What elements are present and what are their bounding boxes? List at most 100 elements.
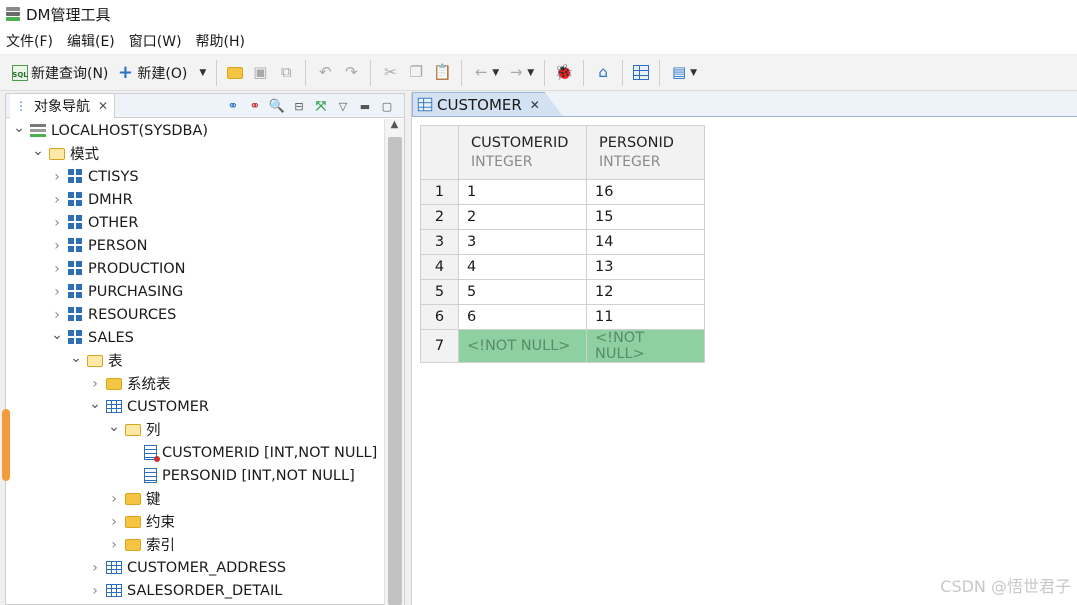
table-row[interactable]: 4 4 13 [420, 254, 705, 280]
chevron-right-icon[interactable]: › [107, 514, 121, 530]
save-all-button[interactable]: ⧉ [273, 59, 299, 87]
cut-button[interactable]: ✂ [377, 59, 403, 87]
tree-item[interactable]: › PERSON [50, 234, 147, 257]
tree-item[interactable]: › CUSTOMER_ADDRESS [88, 556, 286, 579]
chevron-right-icon[interactable]: › [50, 238, 64, 254]
tree-item[interactable]: › 系统表 [88, 372, 170, 395]
minimize-icon[interactable]: ▬ [354, 96, 376, 116]
chevron-down-icon[interactable]: ⌄ [107, 419, 121, 435]
tree-item[interactable]: ⌄ 模式 [31, 142, 99, 165]
chevron-down-icon[interactable]: ⌄ [12, 120, 26, 136]
new-button[interactable]: + 新建(O) ▼ [112, 59, 210, 87]
chevron-right-icon[interactable]: › [50, 284, 64, 300]
tree-item[interactable]: › SALESORDER_DETAIL [88, 579, 282, 602]
scroll-up-icon[interactable]: ▲ [385, 119, 404, 133]
maximize-icon[interactable]: ▢ [376, 96, 398, 116]
debug-button[interactable]: 🐞 [551, 59, 577, 87]
forward-button[interactable]: → ▼ [503, 59, 538, 87]
side-handle[interactable] [2, 409, 10, 481]
row-number[interactable]: 4 [420, 254, 459, 280]
redo-button[interactable]: ↷ [338, 59, 364, 87]
table-cell[interactable]: 2 [458, 204, 587, 230]
column-header[interactable]: CUSTOMERID INTEGER [458, 125, 587, 180]
row-number[interactable]: 7 [420, 329, 459, 363]
row-number[interactable]: 6 [420, 304, 459, 330]
chevron-right-icon[interactable]: › [107, 537, 121, 553]
chevron-right-icon[interactable]: › [50, 307, 64, 323]
tab-object-navigator[interactable]: ⋮ 对象导航 ✕ [10, 93, 116, 118]
tree-item[interactable]: ⌄ LOCALHOST(SYSDBA) [12, 119, 208, 142]
chevron-down-icon[interactable]: ▼ [199, 68, 206, 78]
table-view-button[interactable] [629, 59, 653, 87]
row-number[interactable]: 1 [420, 179, 459, 205]
tree-item[interactable]: › RESOURCES [50, 303, 176, 326]
table-row[interactable]: 6 6 11 [420, 304, 705, 330]
menu-edit[interactable]: 编辑(E) [67, 31, 115, 51]
close-icon[interactable]: ✕ [98, 99, 108, 113]
disconnect-icon[interactable]: ⚭ [244, 96, 266, 116]
chevron-down-icon[interactable]: ▼ [690, 68, 697, 78]
connect-icon[interactable]: ⚭ [222, 96, 244, 116]
tree-item[interactable]: ⌄ CUSTOMER [88, 395, 209, 418]
tree-item[interactable]: PERSONID [INT,NOT NULL] [126, 464, 355, 487]
table-row[interactable]: 1 1 16 [420, 179, 705, 205]
new-row[interactable]: 7 <!NOT NULL> <!NOT NULL> [420, 329, 705, 363]
chevron-down-icon[interactable]: ⌄ [31, 143, 45, 159]
open-button[interactable] [223, 59, 247, 87]
chevron-down-icon[interactable]: ⌄ [50, 327, 64, 343]
menu-help[interactable]: 帮助(H) [196, 31, 245, 51]
table-cell[interactable]: 4 [458, 254, 587, 280]
chevron-right-icon[interactable]: › [88, 583, 102, 599]
chevron-down-icon[interactable]: ▼ [492, 68, 499, 78]
column-header[interactable]: PERSONID INTEGER [586, 125, 705, 180]
table-cell[interactable]: 5 [458, 279, 587, 305]
scrollbar-thumb[interactable] [388, 137, 402, 605]
view-menu-icon[interactable]: ▽ [332, 96, 354, 116]
table-cell[interactable]: 16 [586, 179, 705, 205]
table-cell[interactable]: 3 [458, 229, 587, 255]
search-icon[interactable]: 🔍 [266, 96, 288, 116]
menu-file[interactable]: 文件(F) [6, 31, 53, 51]
tree-item[interactable]: › PURCHASING [50, 280, 183, 303]
row-number[interactable]: 5 [420, 279, 459, 305]
tree-item[interactable]: › 索引 [107, 533, 175, 556]
back-button[interactable]: ← ▼ [468, 59, 503, 87]
table-cell[interactable]: 13 [586, 254, 705, 280]
save-button[interactable]: ▣ [247, 59, 273, 87]
table-row[interactable]: 3 3 14 [420, 229, 705, 255]
tree-item[interactable]: ⌄ SALES [50, 326, 134, 349]
home-button[interactable]: ⌂ [590, 59, 616, 87]
window-layout-button[interactable]: ▤ ▼ [666, 59, 701, 87]
tree-item[interactable]: › PRODUCTION [50, 257, 185, 280]
chevron-right-icon[interactable]: › [50, 261, 64, 277]
row-number[interactable]: 2 [420, 204, 459, 230]
table-row[interactable]: 2 2 15 [420, 204, 705, 230]
table-cell[interactable]: 1 [458, 179, 587, 205]
undo-button[interactable]: ↶ [312, 59, 338, 87]
chevron-down-icon[interactable]: ⌄ [69, 350, 83, 366]
expand-icon[interactable]: ⤧ [310, 96, 332, 116]
paste-button[interactable]: 📋 [429, 59, 455, 87]
tree-scrollbar[interactable]: ▲ [384, 119, 404, 605]
table-cell[interactable]: 11 [586, 304, 705, 330]
close-icon[interactable]: ✕ [530, 98, 540, 112]
table-cell[interactable]: 6 [458, 304, 587, 330]
tree-item[interactable]: › DMHR [50, 188, 132, 211]
tab-customer[interactable]: CUSTOMER ✕ [412, 92, 563, 116]
table-cell[interactable]: <!NOT NULL> [458, 329, 587, 363]
tree-item[interactable]: ⌄ 列 [107, 418, 160, 441]
table-cell[interactable]: 12 [586, 279, 705, 305]
chevron-right-icon[interactable]: › [88, 560, 102, 576]
chevron-right-icon[interactable]: › [107, 491, 121, 507]
collapse-all-icon[interactable]: ⊟ [288, 96, 310, 116]
chevron-right-icon[interactable]: › [50, 192, 64, 208]
tree-item[interactable]: › OTHER [50, 211, 138, 234]
table-cell[interactable]: 15 [586, 204, 705, 230]
tree-item[interactable]: › 键 [107, 487, 160, 510]
table-row[interactable]: 5 5 12 [420, 279, 705, 305]
new-query-button[interactable]: SQL 新建查询(N) [8, 59, 112, 87]
chevron-down-icon[interactable]: ▼ [527, 68, 534, 78]
grid-corner[interactable] [420, 125, 459, 180]
menu-window[interactable]: 窗口(W) [129, 31, 182, 51]
copy-button[interactable]: ❐ [403, 59, 429, 87]
